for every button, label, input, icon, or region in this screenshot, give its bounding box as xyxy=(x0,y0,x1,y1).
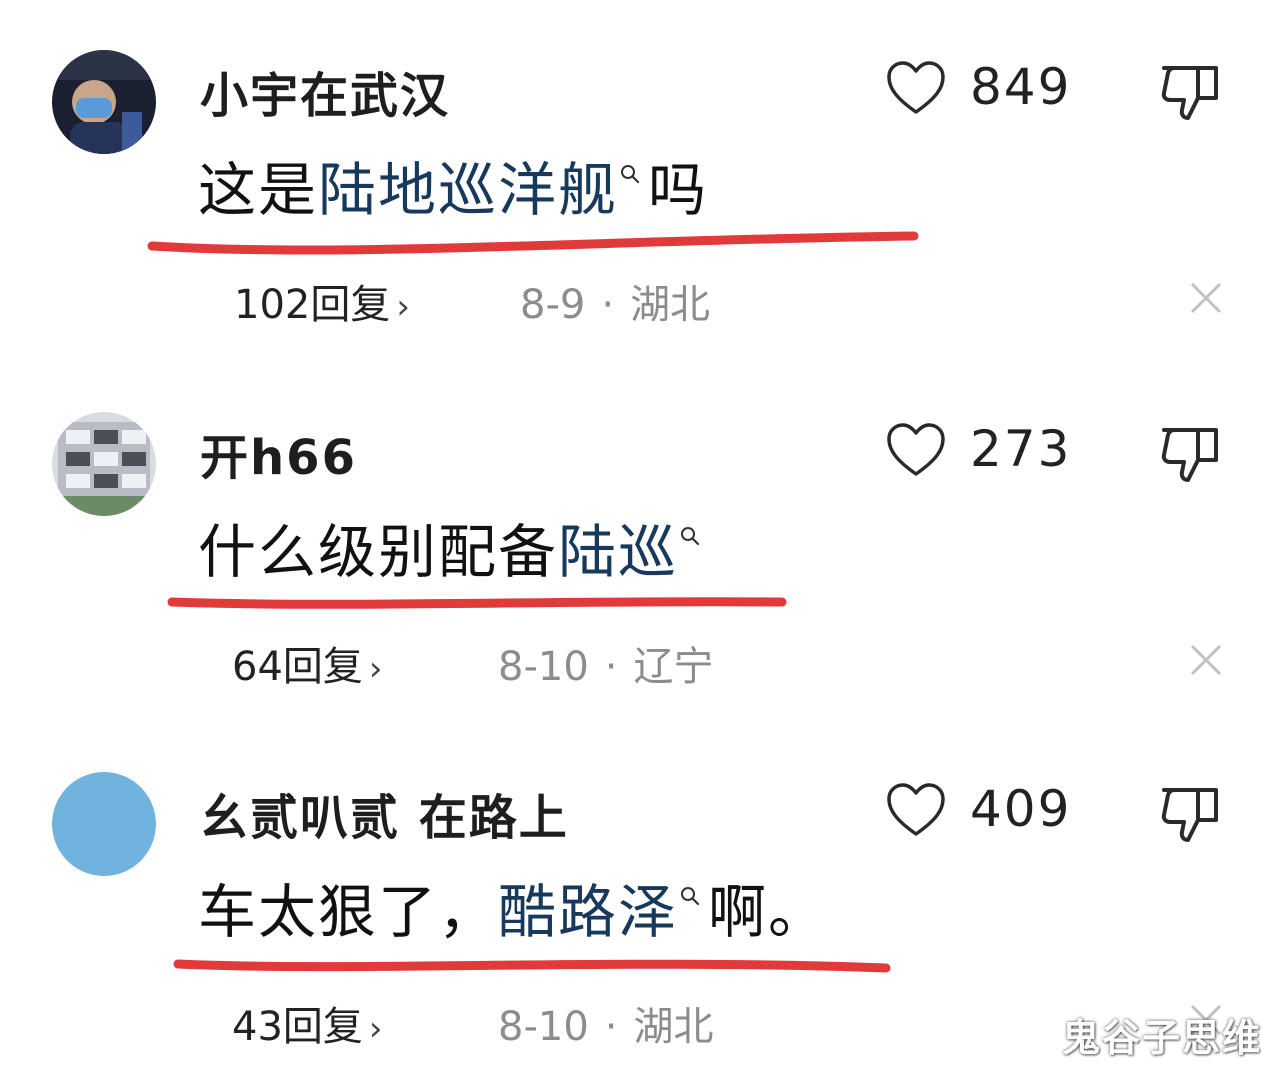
watermark: 鬼谷子思维 xyxy=(1061,1016,1262,1060)
comment-date: 8-10 xyxy=(498,1004,589,1050)
chevron-right-icon: › xyxy=(368,1009,383,1049)
like-count: 273 xyxy=(970,420,1072,478)
replies-count: 102回复 xyxy=(234,282,391,328)
replies-count: 43回复 xyxy=(232,1004,363,1050)
chevron-right-icon: › xyxy=(368,649,383,689)
close-icon[interactable] xyxy=(1186,640,1226,680)
comment-item: 小宇在武汉 这是陆地巡洋舰吗 102回复 › 8-9 · 湖北 849 xyxy=(0,0,1280,360)
thumbs-down-icon[interactable] xyxy=(1158,782,1222,846)
comment-meta: 8-10 · 辽宁 xyxy=(498,634,714,692)
comment-meta: 8-9 · 湖北 xyxy=(520,272,710,330)
comment-list-screenshot: 小宇在武汉 这是陆地巡洋舰吗 102回复 › 8-9 · 湖北 849 开h66… xyxy=(0,0,1280,1080)
heart-outline-icon[interactable] xyxy=(886,782,946,838)
like-count: 409 xyxy=(970,780,1072,838)
meta-separator: · xyxy=(604,1004,618,1050)
chevron-right-icon: › xyxy=(396,287,410,327)
replies-count: 64回复 xyxy=(232,644,363,690)
close-icon[interactable] xyxy=(1186,278,1226,318)
meta-separator: · xyxy=(601,282,615,328)
replies-link[interactable]: 64回复 › xyxy=(232,634,383,692)
comment-item: 开h66 什么级别配备陆巡 64回复 › 8-10 · 辽宁 273 xyxy=(0,362,1280,722)
like-count: 849 xyxy=(970,58,1072,116)
replies-link[interactable]: 43回复 › xyxy=(232,994,383,1052)
comment-meta: 8-10 · 湖北 xyxy=(498,994,714,1052)
comment-date: 8-9 xyxy=(520,282,586,328)
replies-link[interactable]: 102回复 › xyxy=(234,272,410,330)
comment-date: 8-10 xyxy=(498,644,589,690)
comment-location: 湖北 xyxy=(633,1004,714,1050)
meta-separator: · xyxy=(604,644,618,690)
thumbs-down-icon[interactable] xyxy=(1158,422,1222,486)
comment-location: 辽宁 xyxy=(633,644,714,690)
thumbs-down-icon[interactable] xyxy=(1158,60,1222,124)
heart-outline-icon[interactable] xyxy=(886,60,946,116)
comment-location: 湖北 xyxy=(630,282,711,328)
heart-outline-icon[interactable] xyxy=(886,422,946,478)
